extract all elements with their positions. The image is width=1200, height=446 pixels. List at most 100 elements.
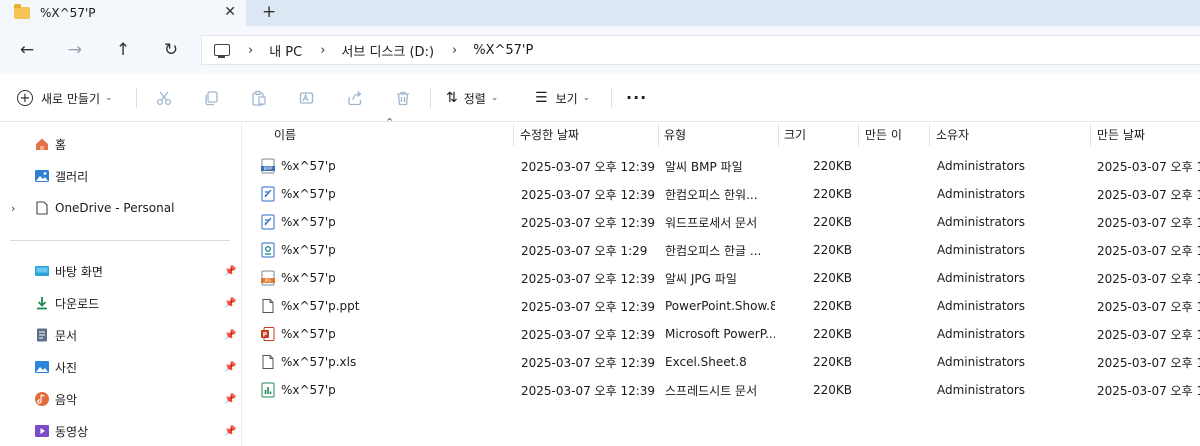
chevron-right-icon[interactable]: › — [11, 202, 15, 215]
new-tab-button[interactable]: + — [262, 2, 276, 22]
pin-icon[interactable]: 📌 — [224, 426, 236, 437]
file-owner: Administrators — [937, 355, 1026, 369]
file-owner: Administrators — [937, 383, 1026, 397]
divider — [136, 88, 137, 108]
file-created: 2025-03-07 오후 1 — [1097, 327, 1200, 342]
computer-icon — [214, 44, 230, 58]
sidebar-item-documents[interactable]: 문서 📌 — [0, 323, 242, 347]
copy-icon[interactable] — [201, 88, 221, 108]
file-row[interactable]: %x^57'p 2025-03-07 오후 1:29 한컴오피스 한글 ... … — [243, 236, 1200, 264]
forward-button[interactable]: → — [63, 38, 87, 62]
pin-icon[interactable]: 📌 — [224, 330, 236, 341]
sidebar-item-desktop[interactable]: 바탕 화면 📌 — [0, 259, 242, 283]
file-size: 220KB — [812, 243, 852, 257]
file-row[interactable]: %x^57'p 2025-03-07 오후 12:39 스프레드시트 문서 22… — [243, 376, 1200, 404]
chevron-down-icon: ⌄ — [490, 93, 499, 103]
file-modified: 2025-03-07 오후 12:39 — [521, 299, 656, 314]
pin-icon[interactable]: 📌 — [224, 298, 236, 309]
column-header-type[interactable]: 유형 — [664, 122, 776, 146]
file-row[interactable]: %x^57'p.ppt 2025-03-07 오후 12:39 PowerPoi… — [243, 292, 1200, 320]
powerpoint-icon: P — [261, 327, 275, 341]
view-button[interactable]: ☰ 보기 ⌄ — [535, 86, 590, 110]
command-bar: + 새로 만들기 ⌄ ⇅ 정렬 ⌄ ☰ 보기 ⌄ ··· — [0, 74, 1200, 122]
home-icon — [36, 138, 48, 150]
column-header-size[interactable]: 크기 — [784, 122, 856, 146]
file-type: PowerPoint.Show.8 — [665, 299, 775, 313]
file-type: 스프레드시트 문서 — [665, 383, 758, 398]
pin-icon[interactable]: 📌 — [224, 394, 236, 405]
music-icon — [35, 392, 49, 406]
cut-icon[interactable] — [154, 88, 174, 108]
file-name: %x^57'p — [281, 243, 336, 257]
tab-strip: %X^57'P ✕ + — [0, 0, 1200, 26]
more-options-icon[interactable]: ··· — [626, 88, 647, 107]
file-row[interactable]: JPG %x^57'p 2025-03-07 오후 12:39 알씨 JPG 파… — [243, 264, 1200, 292]
column-divider[interactable] — [929, 124, 930, 146]
file-size: 220KB — [812, 327, 852, 341]
column-header-name[interactable]: 이름 — [274, 122, 512, 146]
rename-icon[interactable] — [297, 88, 317, 108]
delete-icon[interactable] — [393, 88, 413, 108]
file-name: %x^57'p — [281, 327, 336, 341]
gallery-icon — [35, 170, 49, 182]
sidebar-item-onedrive[interactable]: › OneDrive - Personal — [0, 196, 242, 220]
breadcrumb-folder[interactable]: %X^57'P — [473, 43, 533, 58]
pin-icon[interactable]: 📌 — [224, 362, 236, 373]
back-button[interactable]: ← — [15, 38, 39, 62]
close-tab-icon[interactable]: ✕ — [224, 4, 236, 20]
breadcrumb-drive[interactable]: 서브 디스크 (D:) — [341, 41, 434, 60]
file-row[interactable]: %x^57'p 2025-03-07 오후 12:39 한컴오피스 한워... … — [243, 180, 1200, 208]
sidebar-item-pictures[interactable]: 사진 📌 — [0, 355, 242, 379]
file-name: %x^57'p.ppt — [281, 299, 360, 313]
refresh-button[interactable]: ↻ — [159, 38, 183, 62]
sort-button[interactable]: ⇅ 정렬 ⌄ — [446, 86, 498, 110]
file-modified: 2025-03-07 오후 12:39 — [521, 383, 656, 398]
column-divider[interactable] — [778, 124, 779, 146]
breadcrumb-this-pc[interactable]: 내 PC — [269, 41, 302, 60]
tab-current-folder[interactable]: %X^57'P ✕ — [0, 0, 246, 26]
address-bar[interactable]: › 내 PC › 서브 디스크 (D:) › %X^57'P — [201, 35, 1200, 65]
pictures-icon — [35, 361, 49, 373]
sidebar-item-videos[interactable]: 동영상 📌 — [0, 419, 242, 443]
column-divider[interactable] — [858, 124, 859, 146]
divider — [611, 88, 612, 108]
desktop-icon — [35, 266, 49, 276]
file-created: 2025-03-07 오후 1 — [1097, 215, 1200, 230]
breadcrumb-separator: › — [452, 42, 458, 58]
file-created: 2025-03-07 오후 1 — [1097, 299, 1200, 314]
navigation-pane: 홈 갤러리 › OneDrive - Personal 바탕 화면 📌 다운로드… — [0, 122, 242, 446]
bmp-icon: BMP — [261, 158, 275, 174]
file-row[interactable]: %x^57'p 2025-03-07 오후 12:39 워드프로세서 문서 22… — [243, 208, 1200, 236]
file-row[interactable]: BMP %x^57'p 2025-03-07 오후 12:39 알씨 BMP 파… — [243, 152, 1200, 180]
column-header-author[interactable]: 만든 이 — [865, 122, 929, 146]
column-divider[interactable] — [658, 124, 659, 146]
file-row[interactable]: P %x^57'p 2025-03-07 오후 12:39 Microsoft … — [243, 320, 1200, 348]
file-owner: Administrators — [937, 187, 1026, 201]
sidebar-item-downloads[interactable]: 다운로드 📌 — [0, 291, 242, 315]
sidebar-item-music[interactable]: 음악 📌 — [0, 387, 242, 411]
up-button[interactable]: ↑ — [111, 38, 135, 62]
file-size: 220KB — [812, 215, 852, 229]
file-owner: Administrators — [937, 271, 1026, 285]
file-created: 2025-03-07 오후 1 — [1097, 271, 1200, 286]
column-divider[interactable] — [1090, 124, 1091, 146]
folder-icon — [14, 4, 30, 19]
column-header-created[interactable]: 만든 날짜 — [1097, 122, 1200, 146]
sidebar-item-gallery[interactable]: 갤러리 — [0, 164, 242, 188]
pin-icon[interactable]: 📌 — [224, 266, 236, 277]
new-button[interactable]: + 새로 만들기 ⌄ — [17, 86, 113, 110]
sort-icon: ⇅ — [446, 90, 458, 106]
share-icon[interactable] — [345, 88, 365, 108]
view-icon: ☰ — [535, 90, 548, 106]
cloud-icon — [36, 201, 48, 215]
file-row[interactable]: %x^57'p.xls 2025-03-07 오후 12:39 Excel.Sh… — [243, 348, 1200, 376]
file-modified: 2025-03-07 오후 1:29 — [521, 243, 648, 258]
column-divider[interactable] — [513, 124, 514, 146]
file-name: %x^57'p.xls — [281, 355, 357, 369]
column-header-modified[interactable]: 수정한 날짜 — [520, 122, 658, 146]
chevron-down-icon: ⌄ — [105, 93, 113, 103]
sidebar-item-home[interactable]: 홈 — [0, 132, 242, 156]
column-header-owner[interactable]: 소유자 — [936, 122, 1086, 146]
paste-icon[interactable] — [249, 88, 269, 108]
file-created: 2025-03-07 오후 1 — [1097, 187, 1200, 202]
